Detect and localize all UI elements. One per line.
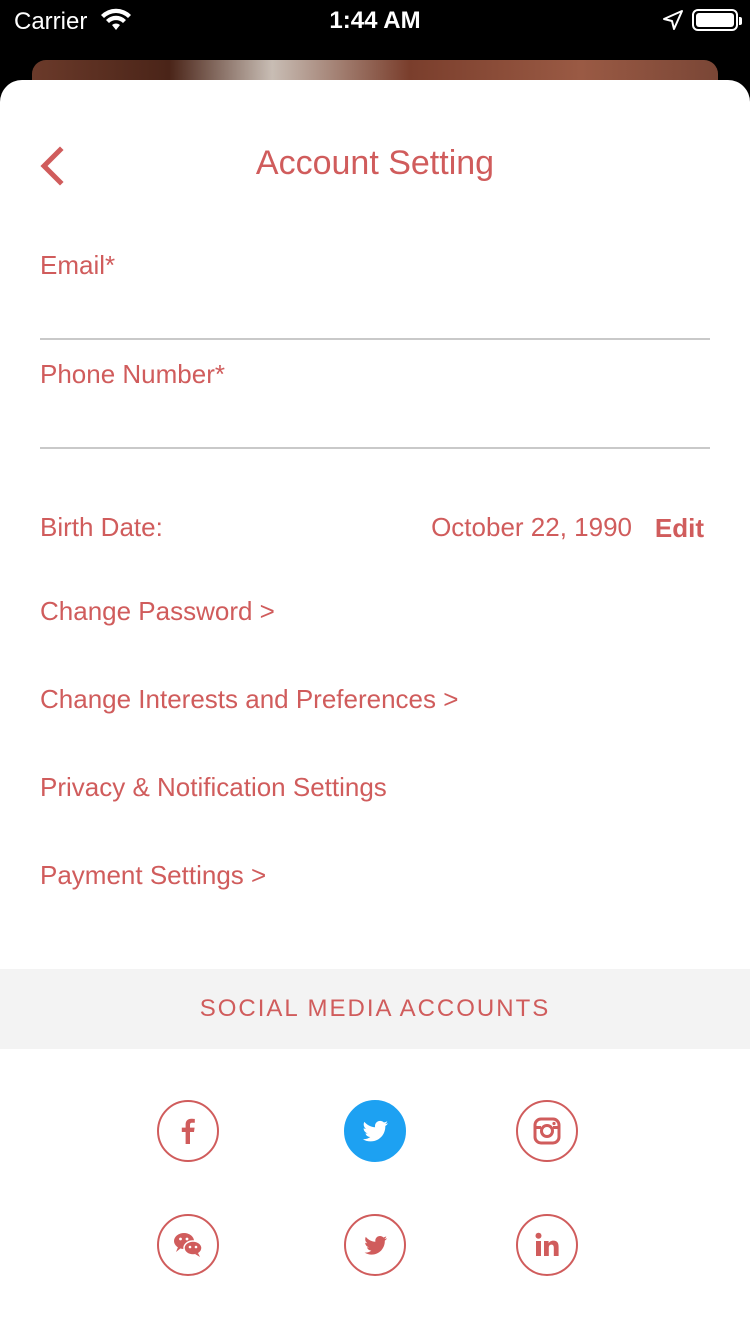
page-title: Account Setting [255,144,495,182]
payment-settings-link[interactable]: Payment Settings > [40,860,266,891]
phone-label: Phone Number* [40,359,225,389]
status-bar: Carrier 1:44 AM [0,0,750,60]
instagram-button[interactable] [516,1100,578,1162]
birth-date-value: October 22, 1990 [431,512,632,542]
twitter-icon [362,1120,388,1142]
change-password-link[interactable]: Change Password > [40,596,275,627]
privacy-notification-settings-link[interactable]: Privacy & Notification Settings [40,772,387,803]
linkedin-icon [535,1232,559,1256]
account-settings-sheet: Account Setting Email* Phone Number* Bir… [0,80,750,1334]
email-field[interactable] [40,292,710,340]
weibo-button[interactable] [344,1214,406,1276]
facebook-icon [181,1118,195,1144]
wechat-button[interactable] [157,1214,219,1276]
battery-full-icon [692,9,742,31]
change-interests-link[interactable]: Change Interests and Preferences > [40,684,458,715]
social-media-heading: SOCIAL MEDIA ACCOUNTS [199,995,551,1022]
twitter-connected-button[interactable] [344,1100,406,1162]
linkedin-button[interactable] [516,1214,578,1276]
edit-birth-date-button[interactable]: Edit [655,513,704,544]
phone-number-field[interactable] [40,401,710,449]
email-label: Email* [40,250,116,280]
birth-date-label: Birth Date: [40,512,163,542]
facebook-button[interactable] [157,1100,219,1162]
weibo-icon [364,1236,387,1255]
location-arrow-icon [663,10,683,30]
social-media-section-header: SOCIAL MEDIA ACCOUNTS [0,969,750,1049]
instagram-icon [533,1117,561,1145]
clock: 1:44 AM [329,7,421,34]
wechat-icon [174,1233,203,1257]
